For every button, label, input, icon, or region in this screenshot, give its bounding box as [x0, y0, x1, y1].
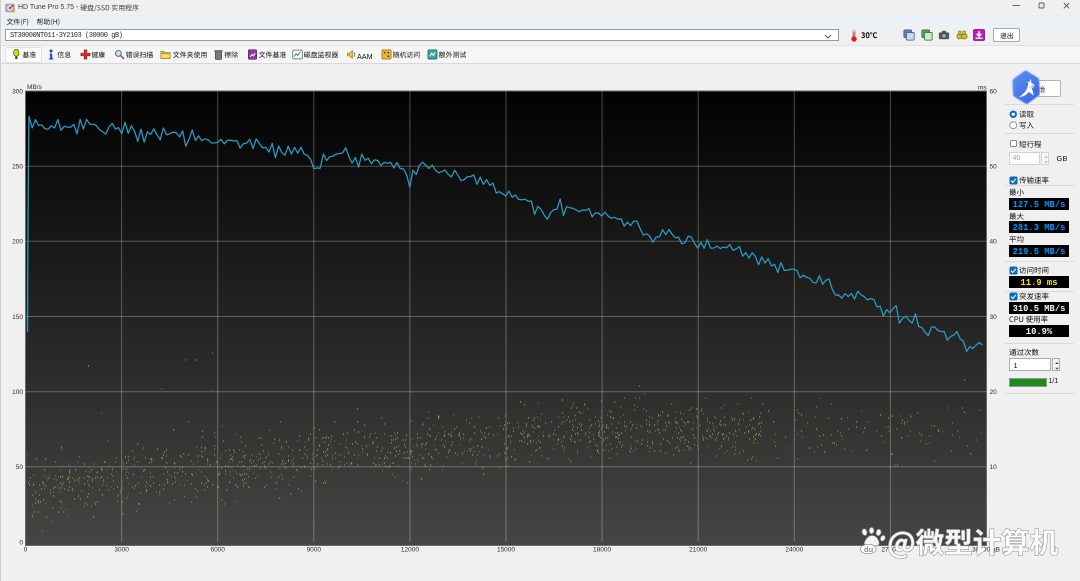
svg-text:200: 200 [12, 239, 23, 246]
svg-text:30: 30 [990, 314, 998, 321]
svg-text:12000: 12000 [401, 547, 419, 554]
svg-text:10: 10 [990, 464, 998, 471]
svg-text:3000: 3000 [114, 547, 129, 554]
svg-text:du: du [864, 545, 874, 554]
svg-text:150: 150 [12, 314, 23, 321]
svg-text:18000: 18000 [593, 547, 611, 554]
svg-text:MB/s: MB/s [27, 84, 43, 91]
svg-text:21000: 21000 [689, 547, 707, 554]
svg-text:0: 0 [19, 539, 23, 546]
svg-text:0: 0 [24, 547, 28, 554]
svg-text:50: 50 [16, 464, 24, 471]
svg-text:40: 40 [990, 239, 998, 246]
svg-text:100: 100 [12, 389, 23, 396]
svg-text:6000: 6000 [210, 547, 225, 554]
svg-text:15000: 15000 [497, 547, 515, 554]
svg-text:50: 50 [990, 164, 998, 171]
svg-text:300: 300 [12, 88, 23, 95]
svg-text:9000: 9000 [307, 547, 322, 554]
svg-text:24000: 24000 [785, 547, 803, 554]
svg-text:60: 60 [990, 88, 998, 95]
svg-text:ms: ms [978, 85, 987, 92]
svg-text:20: 20 [990, 389, 998, 396]
svg-text:250: 250 [12, 164, 23, 171]
